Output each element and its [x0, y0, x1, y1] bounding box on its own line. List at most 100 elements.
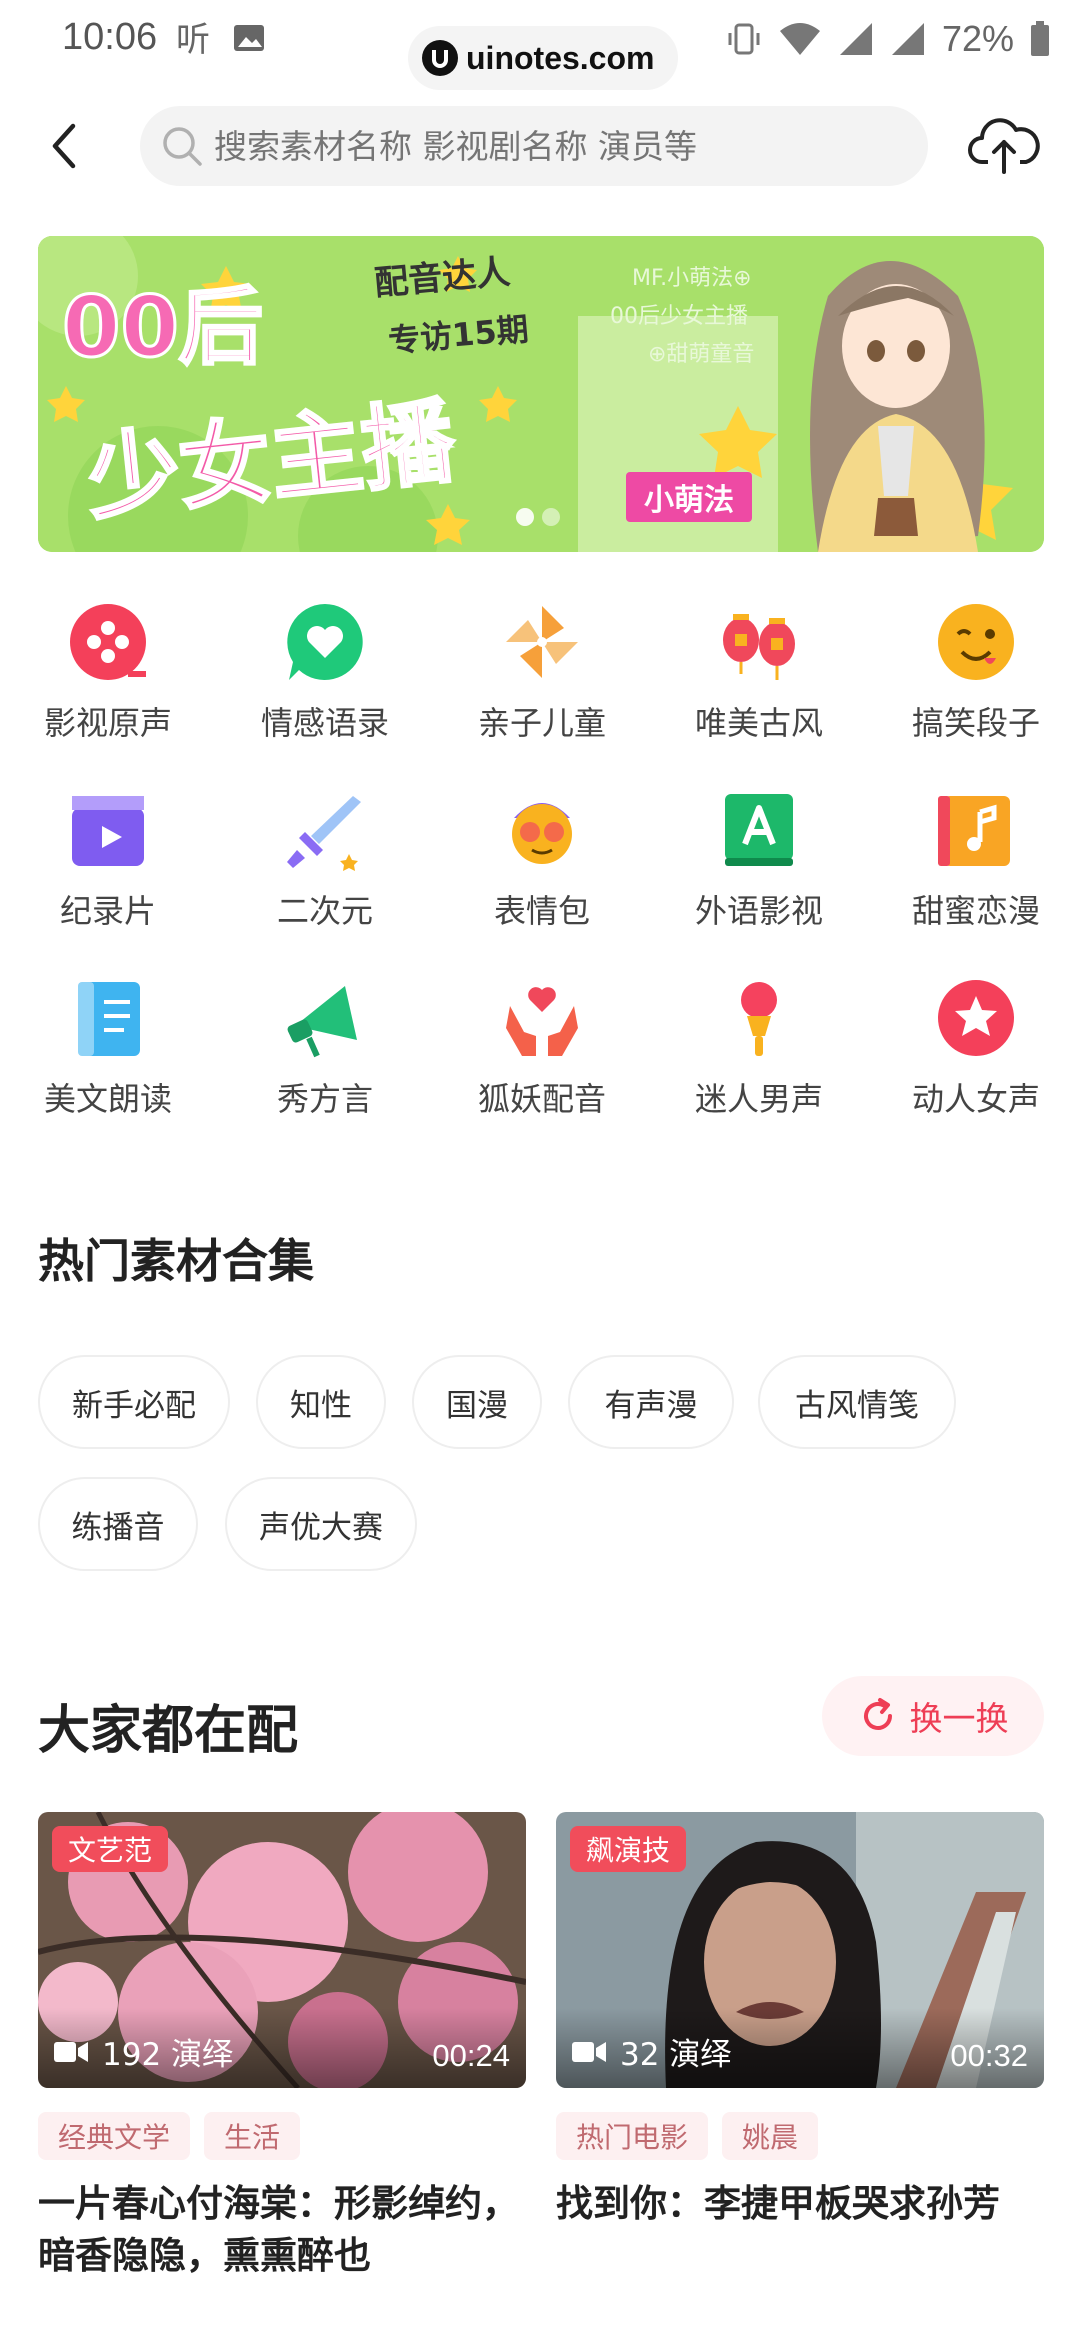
back-button[interactable]: [36, 114, 92, 178]
collection-chip[interactable]: 新手必配: [38, 1355, 230, 1449]
url-pill: uinotes.com: [408, 26, 678, 90]
card-duration: 00:32: [950, 2038, 1028, 2073]
category-item[interactable]: 外语影视: [659, 788, 859, 948]
refresh-icon: [863, 1698, 892, 1730]
category-label: 唯美古风: [694, 704, 823, 742]
top-header: [0, 100, 1080, 190]
star-circle-icon: [934, 976, 1018, 1060]
card-play-count: 192 演绎: [102, 2037, 234, 2073]
promo-banner[interactable]: 00后 配音达人 专访15期 少女主播 MF.小萌法⊕ 00后少女主播 ⊕甜萌童…: [38, 236, 1044, 552]
hot-collections-title: 热门素材合集: [38, 1234, 314, 1288]
category-item[interactable]: 甜蜜恋漫: [876, 788, 1076, 948]
pinwheel-icon: [500, 600, 584, 684]
card-label[interactable]: 经典文学: [38, 2112, 191, 2160]
category-label: 外语影视: [694, 892, 823, 930]
video-camera-icon: [54, 2041, 88, 2062]
category-item[interactable]: 亲子儿童: [442, 600, 642, 760]
wink-face-icon: [934, 600, 1018, 684]
category-item[interactable]: 影视原声: [8, 600, 208, 760]
image-icon: [234, 25, 264, 51]
banner-headline-top: 00后: [61, 277, 265, 378]
banner-right-line-3: ⊕甜萌童音: [648, 342, 755, 367]
category-label: 亲子儿童: [477, 704, 606, 742]
category-item[interactable]: 狐妖配音: [442, 976, 642, 1136]
card-play-count: 32 演绎: [620, 2037, 732, 2073]
search-bar[interactable]: [140, 106, 928, 186]
category-item[interactable]: 唯美古风: [659, 600, 859, 760]
letter-a-book-icon: [717, 788, 801, 872]
video-thumbnail[interactable]: 飙演技 32 演绎 00:32: [556, 1812, 1044, 2088]
video-card[interactable]: 文艺范 192 演绎 00:24 经典文学 生活 一片春心付海棠：形影绰约，暗香…: [38, 1812, 526, 2282]
video-card[interactable]: 飙演技 32 演绎 00:32 热门电影 姚晨 找到你：李捷甲板哭求孙芳: [556, 1812, 1044, 2230]
status-system-icons: 72%: [726, 18, 1050, 60]
card-label[interactable]: 生活: [204, 2112, 301, 2160]
card-title[interactable]: 一片春心付海棠：形影绰约，暗香隐隐，熏熏醉也: [38, 2178, 526, 2282]
battery-percent: 72%: [941, 18, 1014, 59]
collection-chip[interactable]: 知性: [256, 1355, 386, 1449]
sword-icon: [283, 788, 367, 872]
category-item[interactable]: 美文朗读: [8, 976, 208, 1136]
category-item[interactable]: 情感语录: [225, 600, 425, 760]
upload-button[interactable]: [968, 112, 1040, 178]
banner-name-tag: 小萌法: [626, 472, 752, 522]
card-label[interactable]: 热门电影: [556, 2112, 709, 2160]
collection-chip[interactable]: 练播音: [38, 1477, 198, 1571]
category-label: 美文朗读: [43, 1080, 172, 1118]
banner-right-line-2: 00后少女主播: [610, 304, 748, 329]
category-label: 动人女声: [911, 1080, 1040, 1118]
film-reel-icon: [66, 600, 150, 684]
card-label[interactable]: 姚晨: [722, 2112, 819, 2160]
status-bar: 10:06 听 uinotes.com 72%: [0, 0, 1080, 90]
category-label: 情感语录: [260, 704, 389, 742]
category-item[interactable]: 表情包: [442, 788, 642, 948]
lantern-icon: [717, 600, 801, 684]
notebook-icon: [66, 976, 150, 1060]
collection-chip[interactable]: 声优大赛: [225, 1477, 417, 1571]
collection-chip[interactable]: 古风情笺: [758, 1355, 956, 1449]
card-play-meta: 32 演绎: [572, 2029, 731, 2074]
status-notification-icons: 听: [176, 18, 266, 58]
card-play-meta: 192 演绎: [54, 2029, 233, 2074]
category-label: 搞笑段子: [911, 704, 1040, 742]
listen-app-icon: 听: [176, 20, 210, 58]
popular-title: 大家都在配: [38, 1701, 299, 1761]
category-item[interactable]: 搞笑段子: [876, 600, 1076, 760]
battery-icon: [1031, 21, 1049, 56]
category-label: 纪录片: [59, 892, 156, 930]
collection-chip[interactable]: 国漫: [412, 1355, 542, 1449]
url-text: uinotes.com: [466, 39, 655, 76]
megaphone-icon: [283, 976, 367, 1060]
chevron-left-icon: [52, 123, 76, 169]
category-item[interactable]: 迷人男声: [659, 976, 859, 1136]
category-item[interactable]: 动人女声: [876, 976, 1076, 1136]
category-label: 甜蜜恋漫: [911, 892, 1040, 930]
category-label: 表情包: [493, 892, 590, 930]
heart-chat-icon: [283, 600, 367, 684]
vibrate-icon: [728, 23, 760, 55]
card-duration: 00:24: [432, 2038, 510, 2073]
category-item[interactable]: 二次元: [225, 788, 425, 948]
card-category-tag: 飙演技: [570, 1826, 687, 1872]
svg-text:听: 听: [176, 20, 210, 58]
category-label: 迷人男声: [694, 1080, 823, 1118]
category-label: 秀方言: [276, 1080, 373, 1118]
card-labels: 经典文学 生活: [38, 2112, 526, 2160]
video-thumbnail[interactable]: 文艺范 192 演绎 00:24: [38, 1812, 526, 2088]
refresh-button[interactable]: 换一换: [822, 1676, 1044, 1756]
category-item[interactable]: 纪录片: [8, 788, 208, 948]
search-input[interactable]: [214, 126, 894, 166]
clapper-icon: [66, 788, 150, 872]
category-label: 狐妖配音: [477, 1080, 606, 1118]
hands-heart-icon: [500, 976, 584, 1060]
card-title[interactable]: 找到你：李捷甲板哭求孙芳: [556, 2178, 1044, 2230]
status-time: 10:06: [62, 16, 158, 58]
banner-pagination: [516, 508, 560, 526]
site-logo-icon: [422, 40, 458, 76]
signal-icon: [839, 23, 872, 55]
collection-chip[interactable]: 有声漫: [568, 1355, 734, 1449]
microphone-icon: [717, 976, 801, 1060]
category-item[interactable]: 秀方言: [225, 976, 425, 1136]
wifi-icon: [779, 23, 820, 55]
cloud-upload-icon: [968, 118, 1040, 174]
card-labels: 热门电影 姚晨: [556, 2112, 1044, 2160]
